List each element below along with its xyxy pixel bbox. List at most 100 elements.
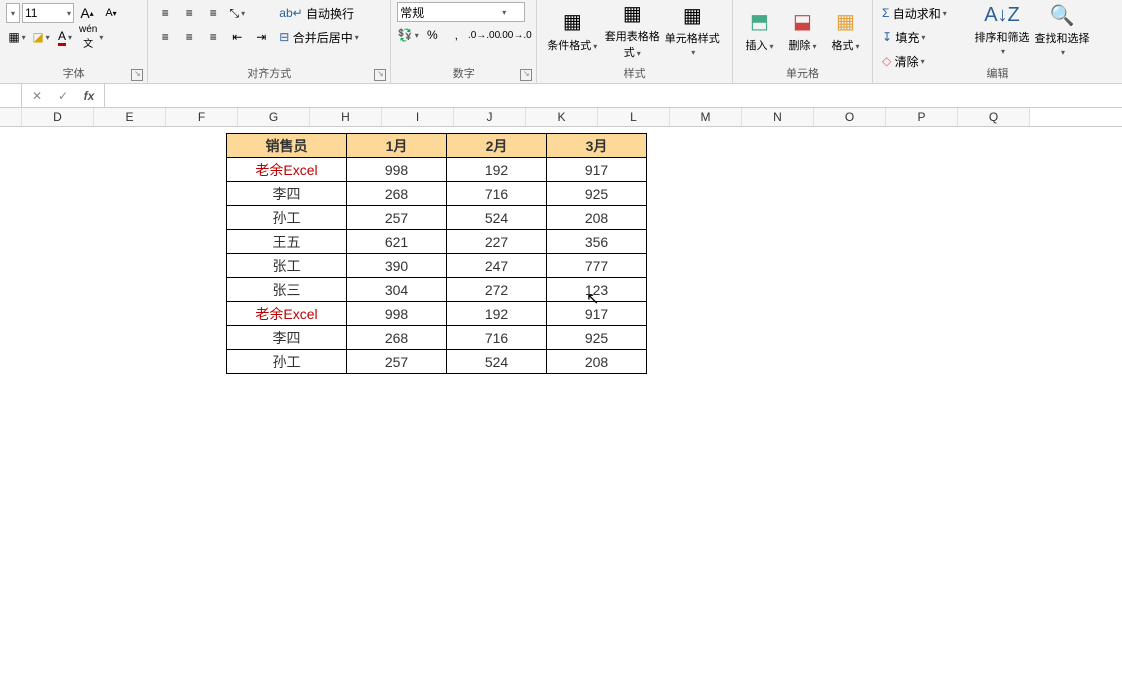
font-size-select[interactable]: ▾ [22,3,74,23]
cell-value[interactable]: 208 [547,350,647,374]
merge-center-button[interactable]: ⊟ 合并后居中▾ [274,26,384,48]
cell-salesman[interactable]: 张三 [227,278,347,302]
align-right-button[interactable]: ≡ [202,26,224,48]
font-dialog-launcher[interactable]: ↘ [131,69,143,81]
cell-value[interactable]: 925 [547,182,647,206]
decrease-decimal-button[interactable]: .00→.0 [501,24,531,46]
column-header[interactable]: M [670,108,742,126]
cell-value[interactable]: 123 [547,278,647,302]
cell-value[interactable]: 524 [447,350,547,374]
alignment-dialog-launcher[interactable]: ↘ [374,69,386,81]
border-button[interactable]: ▦▾ [6,26,28,48]
font-shrink-button[interactable]: A▾ [100,2,122,24]
sort-filter-button[interactable]: A↓Z 排序和筛选▾ [973,2,1031,58]
format-button[interactable]: ▦ 格式▾ [825,2,866,58]
cell-value[interactable]: 227 [447,230,547,254]
column-header[interactable]: L [598,108,670,126]
cell-value[interactable]: 272 [447,278,547,302]
cell-salesman[interactable]: 老余Excel [227,158,347,182]
cell-value[interactable]: 304 [347,278,447,302]
column-header[interactable] [0,108,22,126]
cancel-formula-button[interactable]: ✕ [26,85,48,107]
cell-value[interactable]: 524 [447,206,547,230]
cell-value[interactable]: 998 [347,158,447,182]
comma-button[interactable]: , [445,24,467,46]
cell-value[interactable]: 268 [347,326,447,350]
table-header[interactable]: 销售员 [227,134,347,158]
cell-salesman[interactable]: 王五 [227,230,347,254]
column-header[interactable]: I [382,108,454,126]
column-header[interactable]: J [454,108,526,126]
table-header[interactable]: 2月 [447,134,547,158]
cell-value[interactable]: 257 [347,350,447,374]
cell-value[interactable]: 192 [447,158,547,182]
column-header[interactable]: F [166,108,238,126]
fill-color-button[interactable]: ◪▾ [30,26,52,48]
number-format-select[interactable]: ▾ [397,2,525,22]
align-top-button[interactable]: ≡ [154,2,176,24]
cell-value[interactable]: 268 [347,182,447,206]
cell-value[interactable]: 192 [447,302,547,326]
column-header[interactable]: P [886,108,958,126]
cell-salesman[interactable]: 孙工 [227,206,347,230]
accounting-format-button[interactable]: 💱▾ [397,24,419,46]
insert-function-button[interactable]: fx [78,85,100,107]
cell-value[interactable]: 247 [447,254,547,278]
conditional-format-button[interactable]: ▦ 条件格式▾ [543,2,601,58]
orientation-button[interactable]: ⤡▾ [226,2,248,24]
cell-value[interactable]: 917 [547,158,647,182]
cell-value[interactable]: 716 [447,182,547,206]
cell-value[interactable]: 257 [347,206,447,230]
cell-salesman[interactable]: 孙工 [227,350,347,374]
name-box[interactable] [0,84,22,107]
cell-value[interactable]: 925 [547,326,647,350]
cell-salesman[interactable]: 老余Excel [227,302,347,326]
autosum-button[interactable]: Σ 自动求和▾ [879,2,971,24]
cell-value[interactable]: 621 [347,230,447,254]
cell-value[interactable]: 917 [547,302,647,326]
column-header[interactable]: E [94,108,166,126]
cell-salesman[interactable]: 李四 [227,326,347,350]
cell-value[interactable]: 777 [547,254,647,278]
cell-salesman[interactable]: 张工 [227,254,347,278]
formula-input[interactable] [104,84,1122,107]
align-bottom-button[interactable]: ≡ [202,2,224,24]
align-center-button[interactable]: ≡ [178,26,200,48]
fill-button[interactable]: ↧ 填充▾ [879,26,971,48]
font-color-button[interactable]: A▾ [54,26,76,48]
column-headers[interactable]: DEFGHIJKLMNOPQ [0,108,1122,127]
indent-decrease-button[interactable]: ⇤ [226,26,248,48]
indent-increase-button[interactable]: ⇥ [250,26,272,48]
cell-value[interactable]: 390 [347,254,447,278]
format-as-table-button[interactable]: ▦ 套用表格格式▾ [603,2,661,58]
font-name-select[interactable]: ▾ [6,3,20,23]
insert-button[interactable]: ⬒ 插入▾ [739,2,780,58]
column-header[interactable]: Q [958,108,1030,126]
font-grow-button[interactable]: A▴ [76,2,98,24]
column-header[interactable]: O [814,108,886,126]
percent-button[interactable]: % [421,24,443,46]
cell-styles-button[interactable]: ▦ 单元格样式▾ [663,2,721,58]
cell-value[interactable]: 208 [547,206,647,230]
column-header[interactable]: D [22,108,94,126]
align-left-button[interactable]: ≡ [154,26,176,48]
cell-value[interactable]: 716 [447,326,547,350]
cell-value[interactable]: 356 [547,230,647,254]
wrap-text-button[interactable]: ab↵ 自动换行 [274,2,374,24]
table-header[interactable]: 3月 [547,134,647,158]
column-header[interactable]: N [742,108,814,126]
increase-decimal-button[interactable]: .0→.00 [469,24,499,46]
column-header[interactable]: K [526,108,598,126]
number-dialog-launcher[interactable]: ↘ [520,69,532,81]
align-middle-button[interactable]: ≡ [178,2,200,24]
table-header[interactable]: 1月 [347,134,447,158]
cell-value[interactable]: 998 [347,302,447,326]
enter-formula-button[interactable]: ✓ [52,85,74,107]
column-header[interactable]: G [238,108,310,126]
delete-button[interactable]: ⬓ 删除▾ [782,2,823,58]
phonetic-button[interactable]: wén文▾ [78,26,104,48]
worksheet-area[interactable]: 销售员1月2月3月 老余Excel998192917李四268716925孙工2… [0,127,1122,677]
cell-salesman[interactable]: 李四 [227,182,347,206]
find-select-button[interactable]: 🔍 查找和选择▾ [1033,2,1091,58]
column-header[interactable]: H [310,108,382,126]
